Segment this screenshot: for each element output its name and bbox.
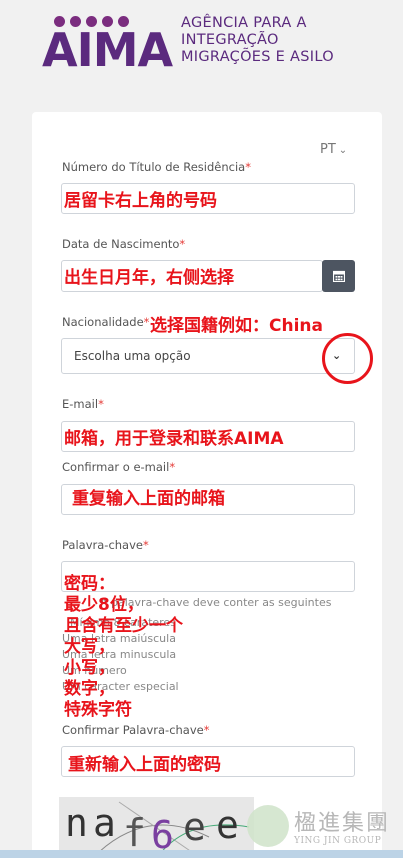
logo-wordmark: AIMA [42,23,173,77]
logo-line-3: MIGRAÇÕES E ASILO [181,49,334,65]
watermark-subtitle: YING JIN GROUP [294,836,382,846]
nationality-select[interactable]: Escolha uma opção ⌄ [61,338,355,374]
logo-line-2: INTEGRAÇÃO [181,32,279,48]
language-label: PT [320,142,336,157]
captcha-image: n a f 6 e e [59,797,254,858]
residence-number-label: Número do Título de Residência* [62,160,251,174]
calendar-icon [332,270,345,282]
logo-line-1: AGÊNCIA PARA A [181,15,307,31]
email-label: E-mail* [62,397,104,411]
date-picker-button[interactable] [322,260,355,292]
birth-date-annotation: 出生日月年，右侧选择 [64,268,234,288]
password-annotation-7: 特殊字符 [64,700,132,720]
confirm-email-label: Confirmar o e-mail* [62,460,176,474]
logo-agency-name: AGÊNCIA PARA A INTEGRAÇÃO MIGRAÇÕES E AS… [181,15,334,66]
header: AIMA AGÊNCIA PARA A INTEGRAÇÃO MIGRAÇÕES… [0,0,403,100]
group-watermark: 楹進集團 YING JIN GROUP [247,803,403,853]
residence-number-annotation: 居留卡右上角的号码 [64,191,217,211]
nationality-selected-value: Escolha uma opção [74,349,191,363]
highlight-circle [322,333,373,384]
confirm-password-annotation: 重新输入上面的密码 [68,755,221,775]
birth-date-label: Data de Nascimento* [62,237,186,251]
confirm-email-annotation: 重复输入上面的邮箱 [72,489,225,509]
nationality-label: Nacionalidade* [62,315,150,329]
watermark-name: 楹進集團 [294,811,391,836]
bottom-bar [0,850,403,858]
nationality-annotation: 选择国籍例如：China [150,316,323,336]
language-selector[interactable]: PT ⌄ [320,142,347,157]
email-annotation: 邮箱，用于登录和联系AIMA [64,429,284,449]
password-label: Palavra-chave* [62,538,149,552]
confirm-password-label: Confirmar Palavra-chave* [62,723,210,737]
chevron-down-icon: ⌄ [338,145,348,156]
watermark-emblem-icon [247,805,289,847]
